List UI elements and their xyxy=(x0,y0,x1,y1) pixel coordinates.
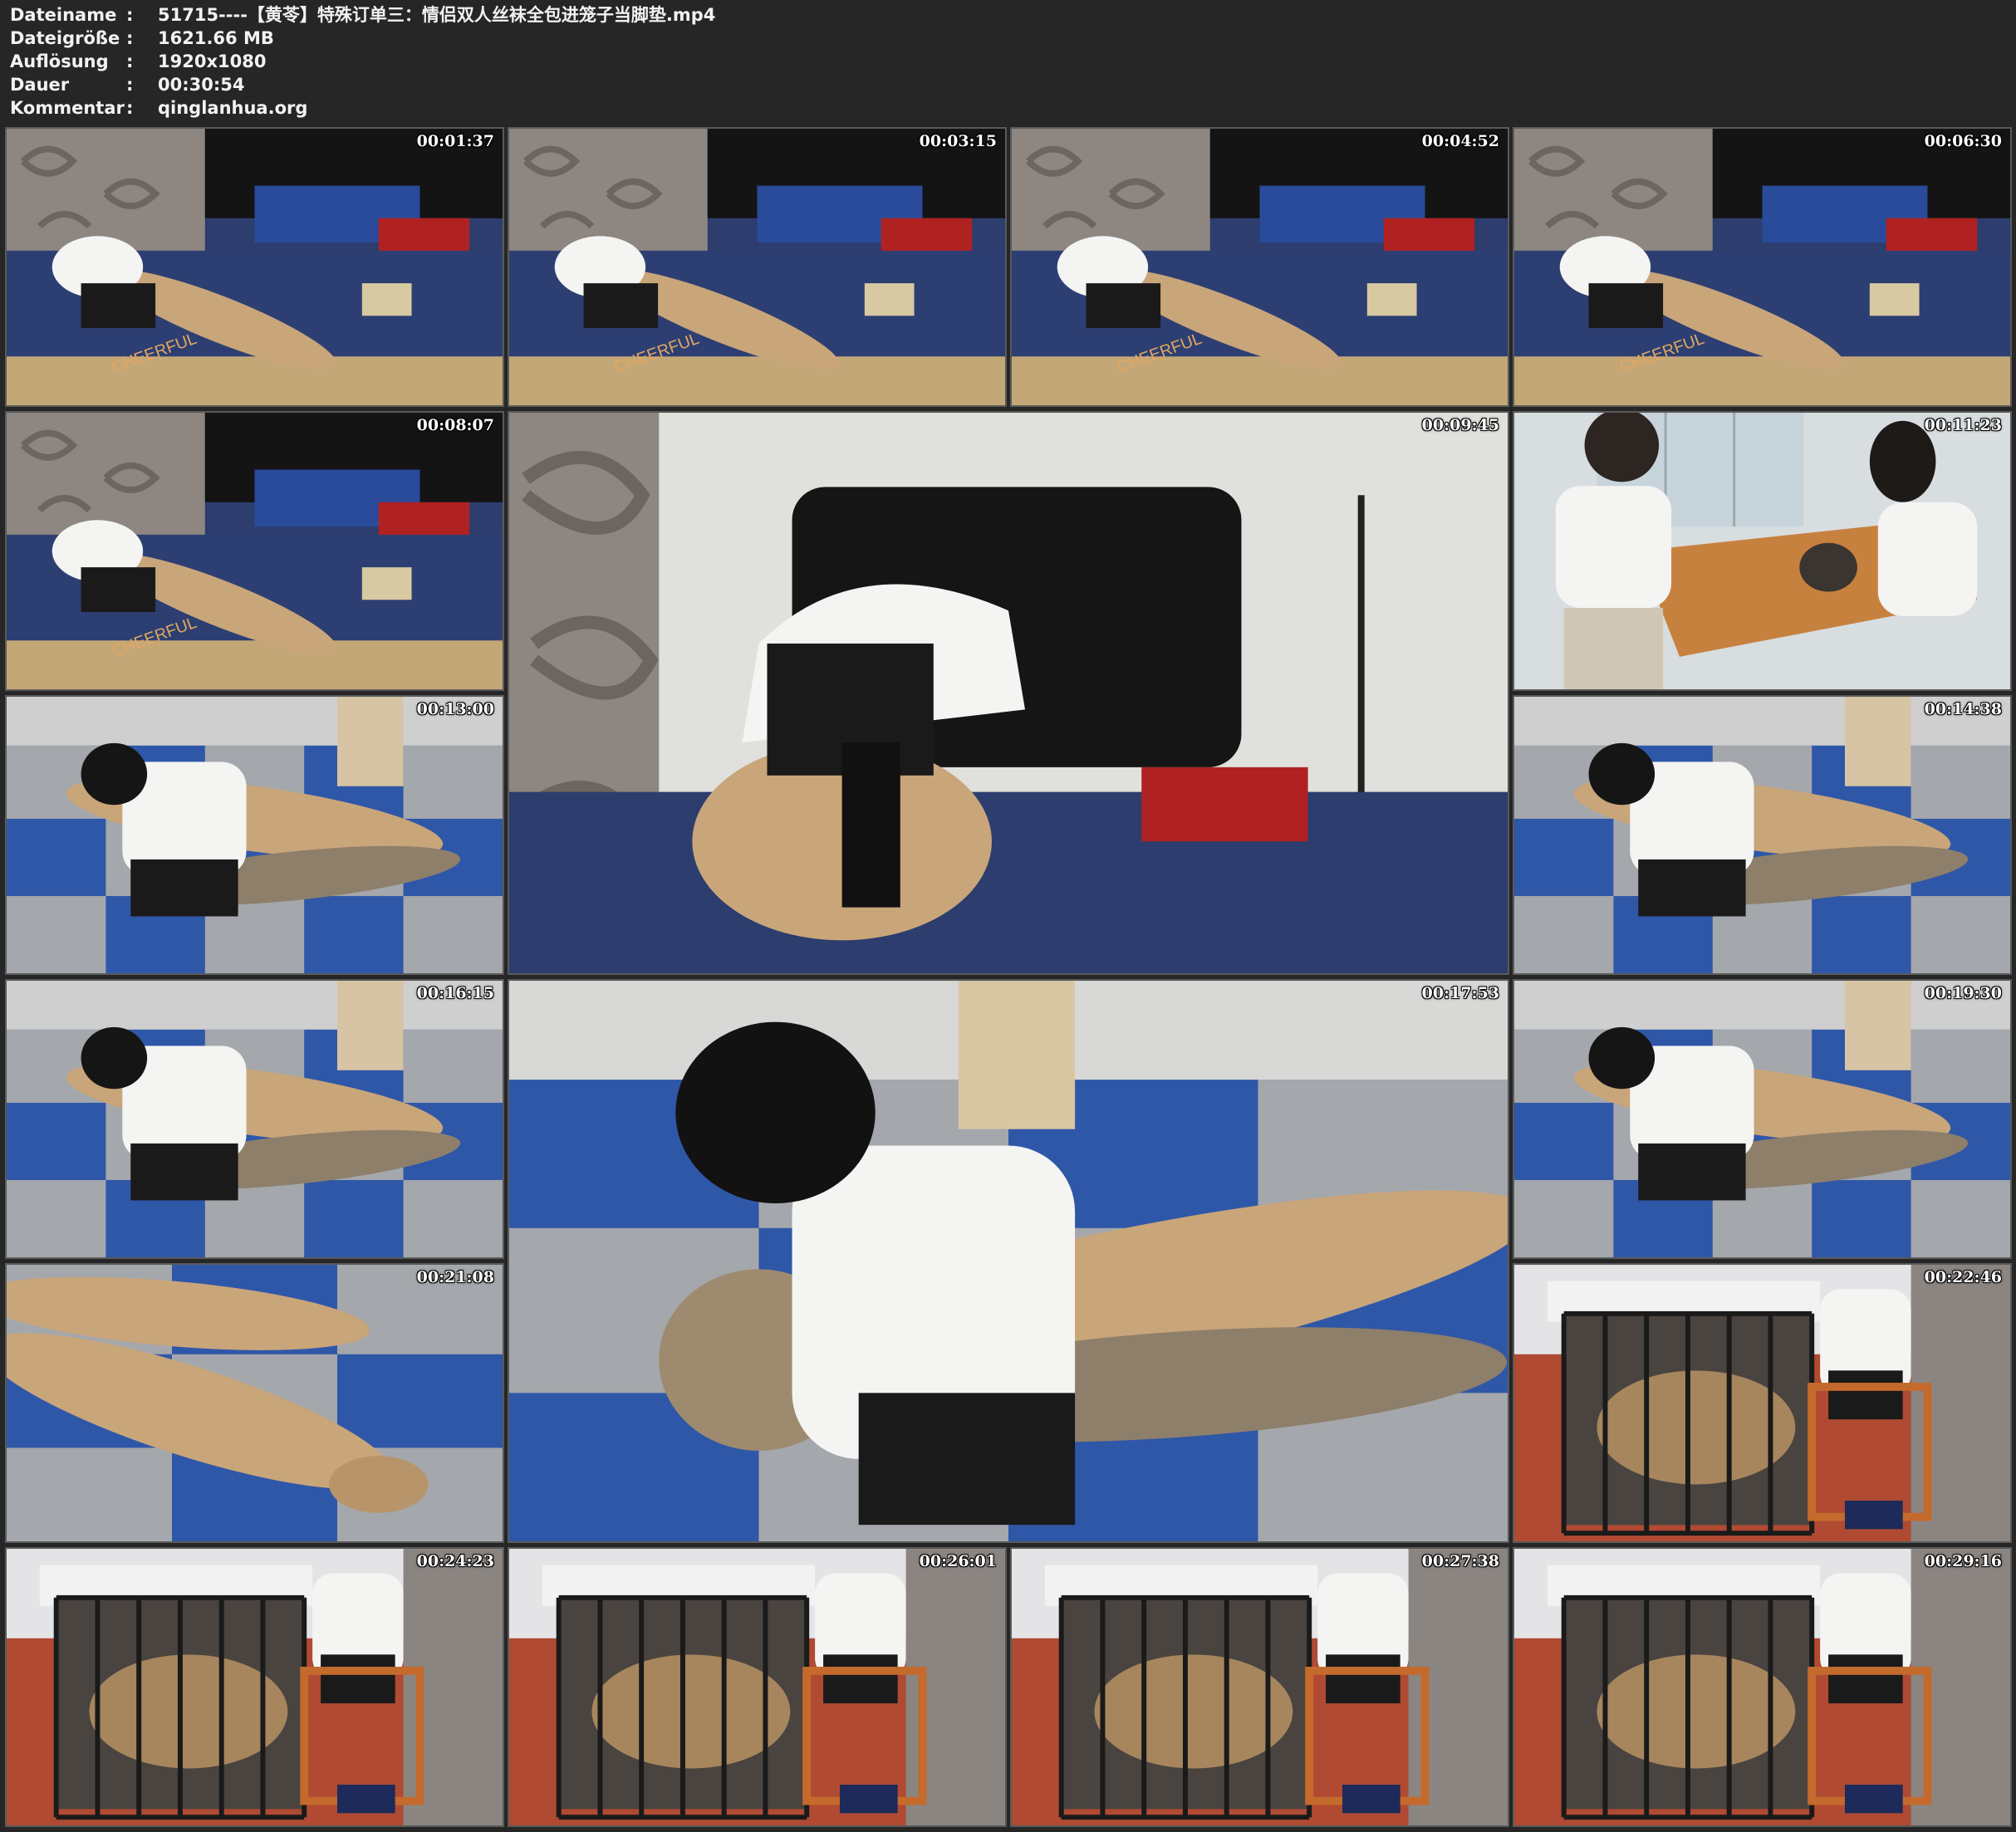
thumbnail-frame-image: CHEERFUL xyxy=(1012,129,1508,405)
thumbnail-timestamp: 00:27:38 xyxy=(1421,1552,1499,1570)
video-thumbnail[interactable]: 00:26:01 xyxy=(508,1547,1007,1827)
video-thumbnail[interactable]: 00:29:16 xyxy=(1513,1547,2012,1827)
thumbnail-frame-image xyxy=(509,1549,1005,1825)
thumbnail-frame-image xyxy=(7,981,503,1257)
video-thumbnail[interactable]: 00:13:00 xyxy=(5,695,504,975)
thumbnail-timestamp: 00:19:30 xyxy=(1924,984,2002,1002)
thumbnail-frame-image: CHEERFUL xyxy=(7,129,503,405)
thumbnail-frame-image xyxy=(1514,1549,2010,1825)
video-thumbnail[interactable]: CHEERFUL 00:08:07 xyxy=(5,411,504,691)
video-thumbnail[interactable]: 00:27:38 xyxy=(1010,1547,1509,1827)
thumbnail-timestamp: 00:13:00 xyxy=(416,700,494,718)
thumbnail-timestamp: 00:08:07 xyxy=(416,416,494,434)
thumbnail-timestamp: 00:03:15 xyxy=(919,132,997,150)
thumbnail-frame-image xyxy=(7,1265,503,1541)
video-thumbnail[interactable]: CHEERFUL 00:06:30 xyxy=(1513,127,2012,407)
thumbnail-frame-image xyxy=(1012,1549,1508,1825)
thumbnail-timestamp: 00:22:46 xyxy=(1924,1268,2002,1286)
video-thumbnail[interactable]: 00:24:23 xyxy=(5,1547,504,1827)
video-thumbnail[interactable]: 00:09:45 xyxy=(508,411,1509,975)
thumbnail-grid: CHEERFUL 00:01:37 CHEERFUL 00:03:15 CHEERF… xyxy=(0,0,2016,1832)
video-thumbnail[interactable]: 00:11:23 xyxy=(1513,411,2012,691)
thumbnail-timestamp: 00:16:15 xyxy=(416,984,494,1002)
thumbnail-timestamp: 00:11:23 xyxy=(1924,416,2002,434)
thumbnail-timestamp: 00:21:08 xyxy=(416,1268,494,1286)
video-thumbnail[interactable]: 00:21:08 xyxy=(5,1263,504,1543)
thumbnail-timestamp: 00:26:01 xyxy=(919,1552,997,1570)
video-thumbnail[interactable]: 00:14:38 xyxy=(1513,695,2012,975)
thumbnail-frame-image xyxy=(1514,1265,2010,1541)
video-thumbnail[interactable]: 00:16:15 xyxy=(5,979,504,1259)
video-thumbnail[interactable]: CHEERFUL 00:01:37 xyxy=(5,127,504,407)
thumbnail-frame-image xyxy=(1514,413,2010,689)
thumbnail-timestamp: 00:17:53 xyxy=(1421,984,1499,1002)
thumbnail-timestamp: 00:24:23 xyxy=(416,1552,494,1570)
thumbnail-frame-image xyxy=(1514,981,2010,1257)
thumbnail-frame-image xyxy=(1514,697,2010,973)
video-thumbnail[interactable]: 00:22:46 xyxy=(1513,1263,2012,1543)
thumbnail-timestamp: 00:01:37 xyxy=(416,132,494,150)
thumbnail-frame-image xyxy=(509,981,1508,1541)
thumbnail-timestamp: 00:04:52 xyxy=(1421,132,1499,150)
thumbnail-frame-image: CHEERFUL xyxy=(1514,129,2010,405)
video-thumbnail[interactable]: CHEERFUL 00:04:52 xyxy=(1010,127,1509,407)
thumbnail-timestamp: 00:09:45 xyxy=(1421,416,1499,434)
thumbnail-frame-image: CHEERFUL xyxy=(509,129,1005,405)
thumbnail-timestamp: 00:14:38 xyxy=(1924,700,2002,718)
thumbnail-frame-image xyxy=(509,413,1508,973)
video-thumbnail[interactable]: 00:19:30 xyxy=(1513,979,2012,1259)
thumbnail-frame-image xyxy=(7,697,503,973)
thumbnail-frame-image: CHEERFUL xyxy=(7,413,503,689)
thumbnail-frame-image xyxy=(7,1549,503,1825)
thumbnail-timestamp: 00:06:30 xyxy=(1924,132,2002,150)
thumbnail-timestamp: 00:29:16 xyxy=(1924,1552,2002,1570)
video-thumbnail[interactable]: CHEERFUL 00:03:15 xyxy=(508,127,1007,407)
video-thumbnail[interactable]: 00:17:53 xyxy=(508,979,1509,1543)
